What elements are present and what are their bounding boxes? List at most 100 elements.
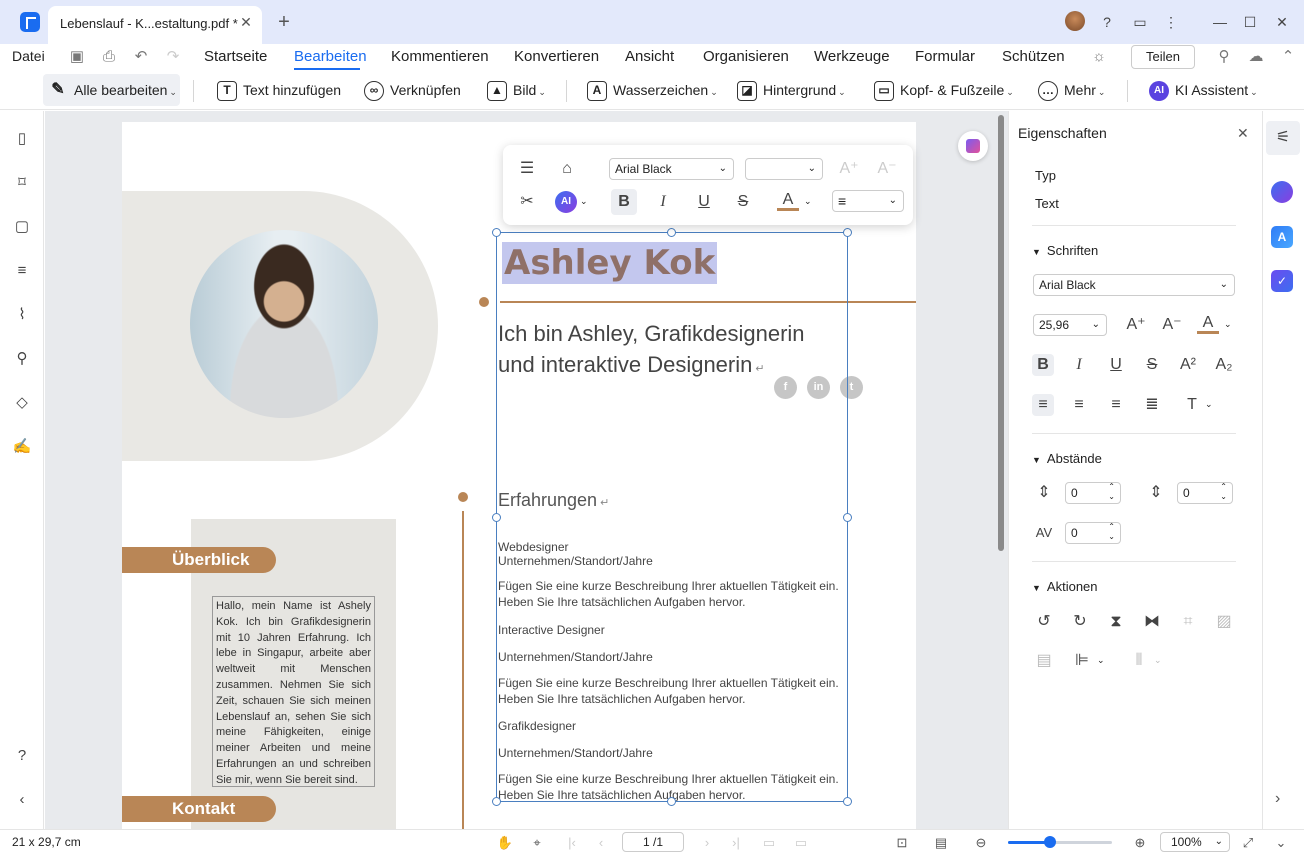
task-check-icon[interactable]: ✓ (1271, 270, 1293, 292)
help-circle-icon[interactable]: ? (12, 746, 32, 766)
menu-bearbeiten[interactable]: Bearbeiten (294, 48, 367, 65)
page-layout-icon[interactable]: ▤ (932, 834, 950, 852)
flip-vertical-icon[interactable]: ⧓ (1141, 611, 1163, 633)
link-button[interactable]: ∞ Verknüpfen (364, 80, 461, 102)
fit-page-icon[interactable]: ⊡ (893, 834, 911, 852)
close-panel-icon[interactable]: ✕ (1237, 125, 1249, 142)
color-caret-icon[interactable]: ⌄ (1224, 319, 1232, 330)
spacing-section-toggle[interactable]: ▼ Abstände (1032, 451, 1102, 466)
redo-icon[interactable]: ↷ (164, 48, 182, 66)
prev-page-icon[interactable]: ‹ (592, 834, 610, 852)
collapse-left-icon[interactable]: ‹ (12, 790, 32, 810)
layers-list-icon[interactable]: ≡ (12, 261, 32, 281)
crop-icon[interactable]: ⌗ (1177, 611, 1199, 633)
expand-icon[interactable]: ⌃ (1279, 48, 1297, 66)
superscript-icon[interactable]: A² (1177, 354, 1199, 376)
resize-handle[interactable] (667, 228, 676, 237)
menu-werkzeuge[interactable]: Werkzeuge (814, 48, 890, 65)
character-spacing-input[interactable]: 0 ⌃ ⌄ (1065, 522, 1121, 544)
background-button[interactable]: ◪ Hintergrund ⌄ (737, 80, 846, 102)
ai-icon[interactable]: AI (555, 191, 577, 213)
properties-font-select[interactable]: Arial Black ⌄ (1033, 274, 1235, 296)
signature-icon[interactable]: ✍ (12, 437, 32, 457)
resize-handle[interactable] (843, 797, 852, 806)
strikethrough-button[interactable]: S (732, 191, 754, 213)
first-page-icon[interactable]: |‹ (563, 834, 581, 852)
alignment-select[interactable]: ≡ ⌄ (832, 190, 904, 212)
align-center-icon[interactable]: ≡ (1068, 394, 1090, 416)
undo-icon[interactable]: ↶ (132, 48, 150, 66)
lightbulb-icon[interactable]: ☼ (1090, 48, 1108, 66)
sliders-icon[interactable]: ⚟ (1272, 127, 1294, 149)
avatar[interactable] (1065, 11, 1085, 31)
rotate-page-right-icon[interactable]: ▭ (792, 834, 810, 852)
text-direction-icon[interactable]: T (1181, 394, 1203, 416)
close-window-icon[interactable]: ✕ (1272, 12, 1292, 32)
zoom-out-icon[interactable]: ⊖ (972, 834, 990, 852)
align-right-icon[interactable]: ≡ (1105, 394, 1127, 416)
subscript-icon[interactable]: A₂ (1213, 354, 1235, 376)
more-vertical-icon[interactable]: ⋮ (1161, 12, 1181, 32)
layers-icon[interactable]: ◇ (12, 393, 32, 413)
menu-datei[interactable]: Datei (12, 48, 45, 64)
contact-heading[interactable]: Kontakt (122, 796, 276, 822)
scroll-down-icon[interactable]: ⌄ (1272, 834, 1290, 852)
menu-ansicht[interactable]: Ansicht (625, 48, 674, 65)
rotate-right-icon[interactable]: ↻ (1069, 611, 1091, 633)
close-tab-icon[interactable]: ✕ (238, 14, 254, 30)
collapse-right-icon[interactable]: › (1275, 790, 1280, 808)
underline-icon[interactable]: U (1105, 354, 1127, 376)
extract-icon[interactable]: ▤ (1033, 650, 1055, 672)
add-text-button[interactable]: T Text hinzufügen (217, 80, 341, 102)
canvas-scrollbar[interactable] (998, 115, 1004, 551)
page-number-input[interactable]: 1 /1 (622, 832, 684, 852)
bold-button[interactable]: B (611, 189, 637, 215)
ai-assistant-button[interactable]: AI KI Assistent ⌄ (1149, 80, 1258, 102)
distribute-caret-icon[interactable]: ⌄ (1154, 655, 1162, 666)
italic-button[interactable]: I (652, 191, 674, 213)
menu-organisieren[interactable]: Organisieren (703, 48, 789, 65)
menu-startseite[interactable]: Startseite (204, 48, 267, 65)
resize-handle[interactable] (492, 513, 501, 522)
zoom-in-icon[interactable]: ⊕ (1131, 834, 1149, 852)
search-icon[interactable]: ⚲ (12, 349, 32, 369)
more-button[interactable]: … Mehr ⌄ (1038, 80, 1105, 102)
thumbnails-icon[interactable]: ▯ (12, 129, 32, 149)
help-icon[interactable]: ? (1097, 12, 1117, 32)
overview-heading[interactable]: Überblick (122, 547, 276, 573)
fullscreen-icon[interactable]: ⤢ (1239, 834, 1257, 852)
minimize-icon[interactable]: — (1210, 12, 1230, 32)
menu-schuetzen[interactable]: Schützen (1002, 48, 1065, 65)
bookmark-icon[interactable]: ⌑ (12, 173, 32, 193)
increase-font-icon[interactable]: A⁺ (838, 158, 860, 180)
font-color-icon[interactable]: A (1197, 314, 1219, 334)
attachment-icon[interactable]: ⌇ (12, 305, 32, 325)
edit-all-label-wrap[interactable]: ✎ Alle bearbeiten ⌄ (48, 80, 177, 100)
color-caret-icon[interactable]: ⌄ (804, 196, 812, 207)
resize-handle[interactable] (492, 228, 501, 237)
paragraph-icon[interactable]: ☰ (516, 158, 538, 180)
font-family-select[interactable]: Arial Black ⌄ (609, 158, 734, 180)
print-icon[interactable]: ⎙ (100, 48, 118, 66)
message-icon[interactable]: ▭ (1130, 12, 1150, 32)
next-page-icon[interactable]: › (698, 834, 716, 852)
last-page-icon[interactable]: ›| (727, 834, 745, 852)
ai-floating-button[interactable] (958, 131, 988, 161)
zoom-slider-handle[interactable] (1043, 836, 1056, 848)
rotate-page-icon[interactable]: ▭ (760, 834, 778, 852)
underline-button[interactable]: U (693, 191, 715, 213)
replace-image-icon[interactable]: ▨ (1213, 611, 1235, 633)
select-tool-icon[interactable]: ⌖ (528, 834, 546, 852)
share-button[interactable]: Teilen (1131, 45, 1195, 69)
menu-formular[interactable]: Formular (915, 48, 975, 65)
resize-handle[interactable] (843, 513, 852, 522)
flip-horizontal-icon[interactable]: ⧗ (1105, 611, 1127, 633)
justify-icon[interactable]: ≣ (1141, 394, 1163, 416)
align-left-icon[interactable]: ≡ (1032, 394, 1054, 416)
translate-icon[interactable]: A (1271, 226, 1293, 248)
resize-handle[interactable] (843, 228, 852, 237)
ai-caret-icon[interactable]: ⌄ (580, 196, 588, 207)
maximize-icon[interactable]: ☐ (1240, 12, 1260, 32)
format-painter-icon[interactable]: ⌂ (556, 158, 578, 180)
new-tab-button[interactable]: + (274, 12, 294, 32)
